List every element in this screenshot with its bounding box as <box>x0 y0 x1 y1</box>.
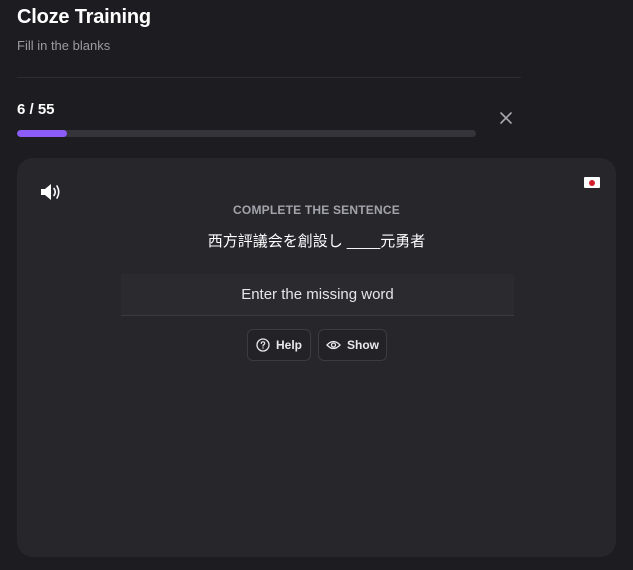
cloze-training-page: Cloze Training Fill in the blanks 6 / 55… <box>0 0 633 570</box>
cloze-sentence: 西方評議会を創設し ____元勇者 <box>207 233 426 250</box>
prompt-label: COMPLETE THE SENTENCE <box>233 203 400 217</box>
show-answer-button[interactable]: Show <box>318 329 387 361</box>
close-button[interactable] <box>496 108 516 128</box>
show-button-label: Show <box>347 338 379 352</box>
play-audio-button[interactable] <box>39 182 63 202</box>
speaker-icon <box>41 184 60 200</box>
page-subtitle: Fill in the blanks <box>17 38 111 53</box>
progress-bar-fill <box>17 130 68 137</box>
exercise-card: COMPLETE THE SENTENCE 西方評議会を創設し ____元勇者 … <box>17 158 616 557</box>
page-title: Cloze Training <box>17 6 151 28</box>
question-circle-icon <box>256 338 270 352</box>
missing-word-input[interactable] <box>121 274 514 316</box>
japan-flag-icon <box>584 177 600 188</box>
progress-bar <box>17 130 476 137</box>
close-icon <box>500 112 512 124</box>
help-button-label: Help <box>275 338 302 352</box>
eye-icon <box>326 340 341 350</box>
progress-counter: 6 / 55 <box>17 101 55 118</box>
help-button[interactable]: Help <box>247 329 311 361</box>
header-divider <box>17 77 521 78</box>
flag-circle <box>589 179 595 186</box>
